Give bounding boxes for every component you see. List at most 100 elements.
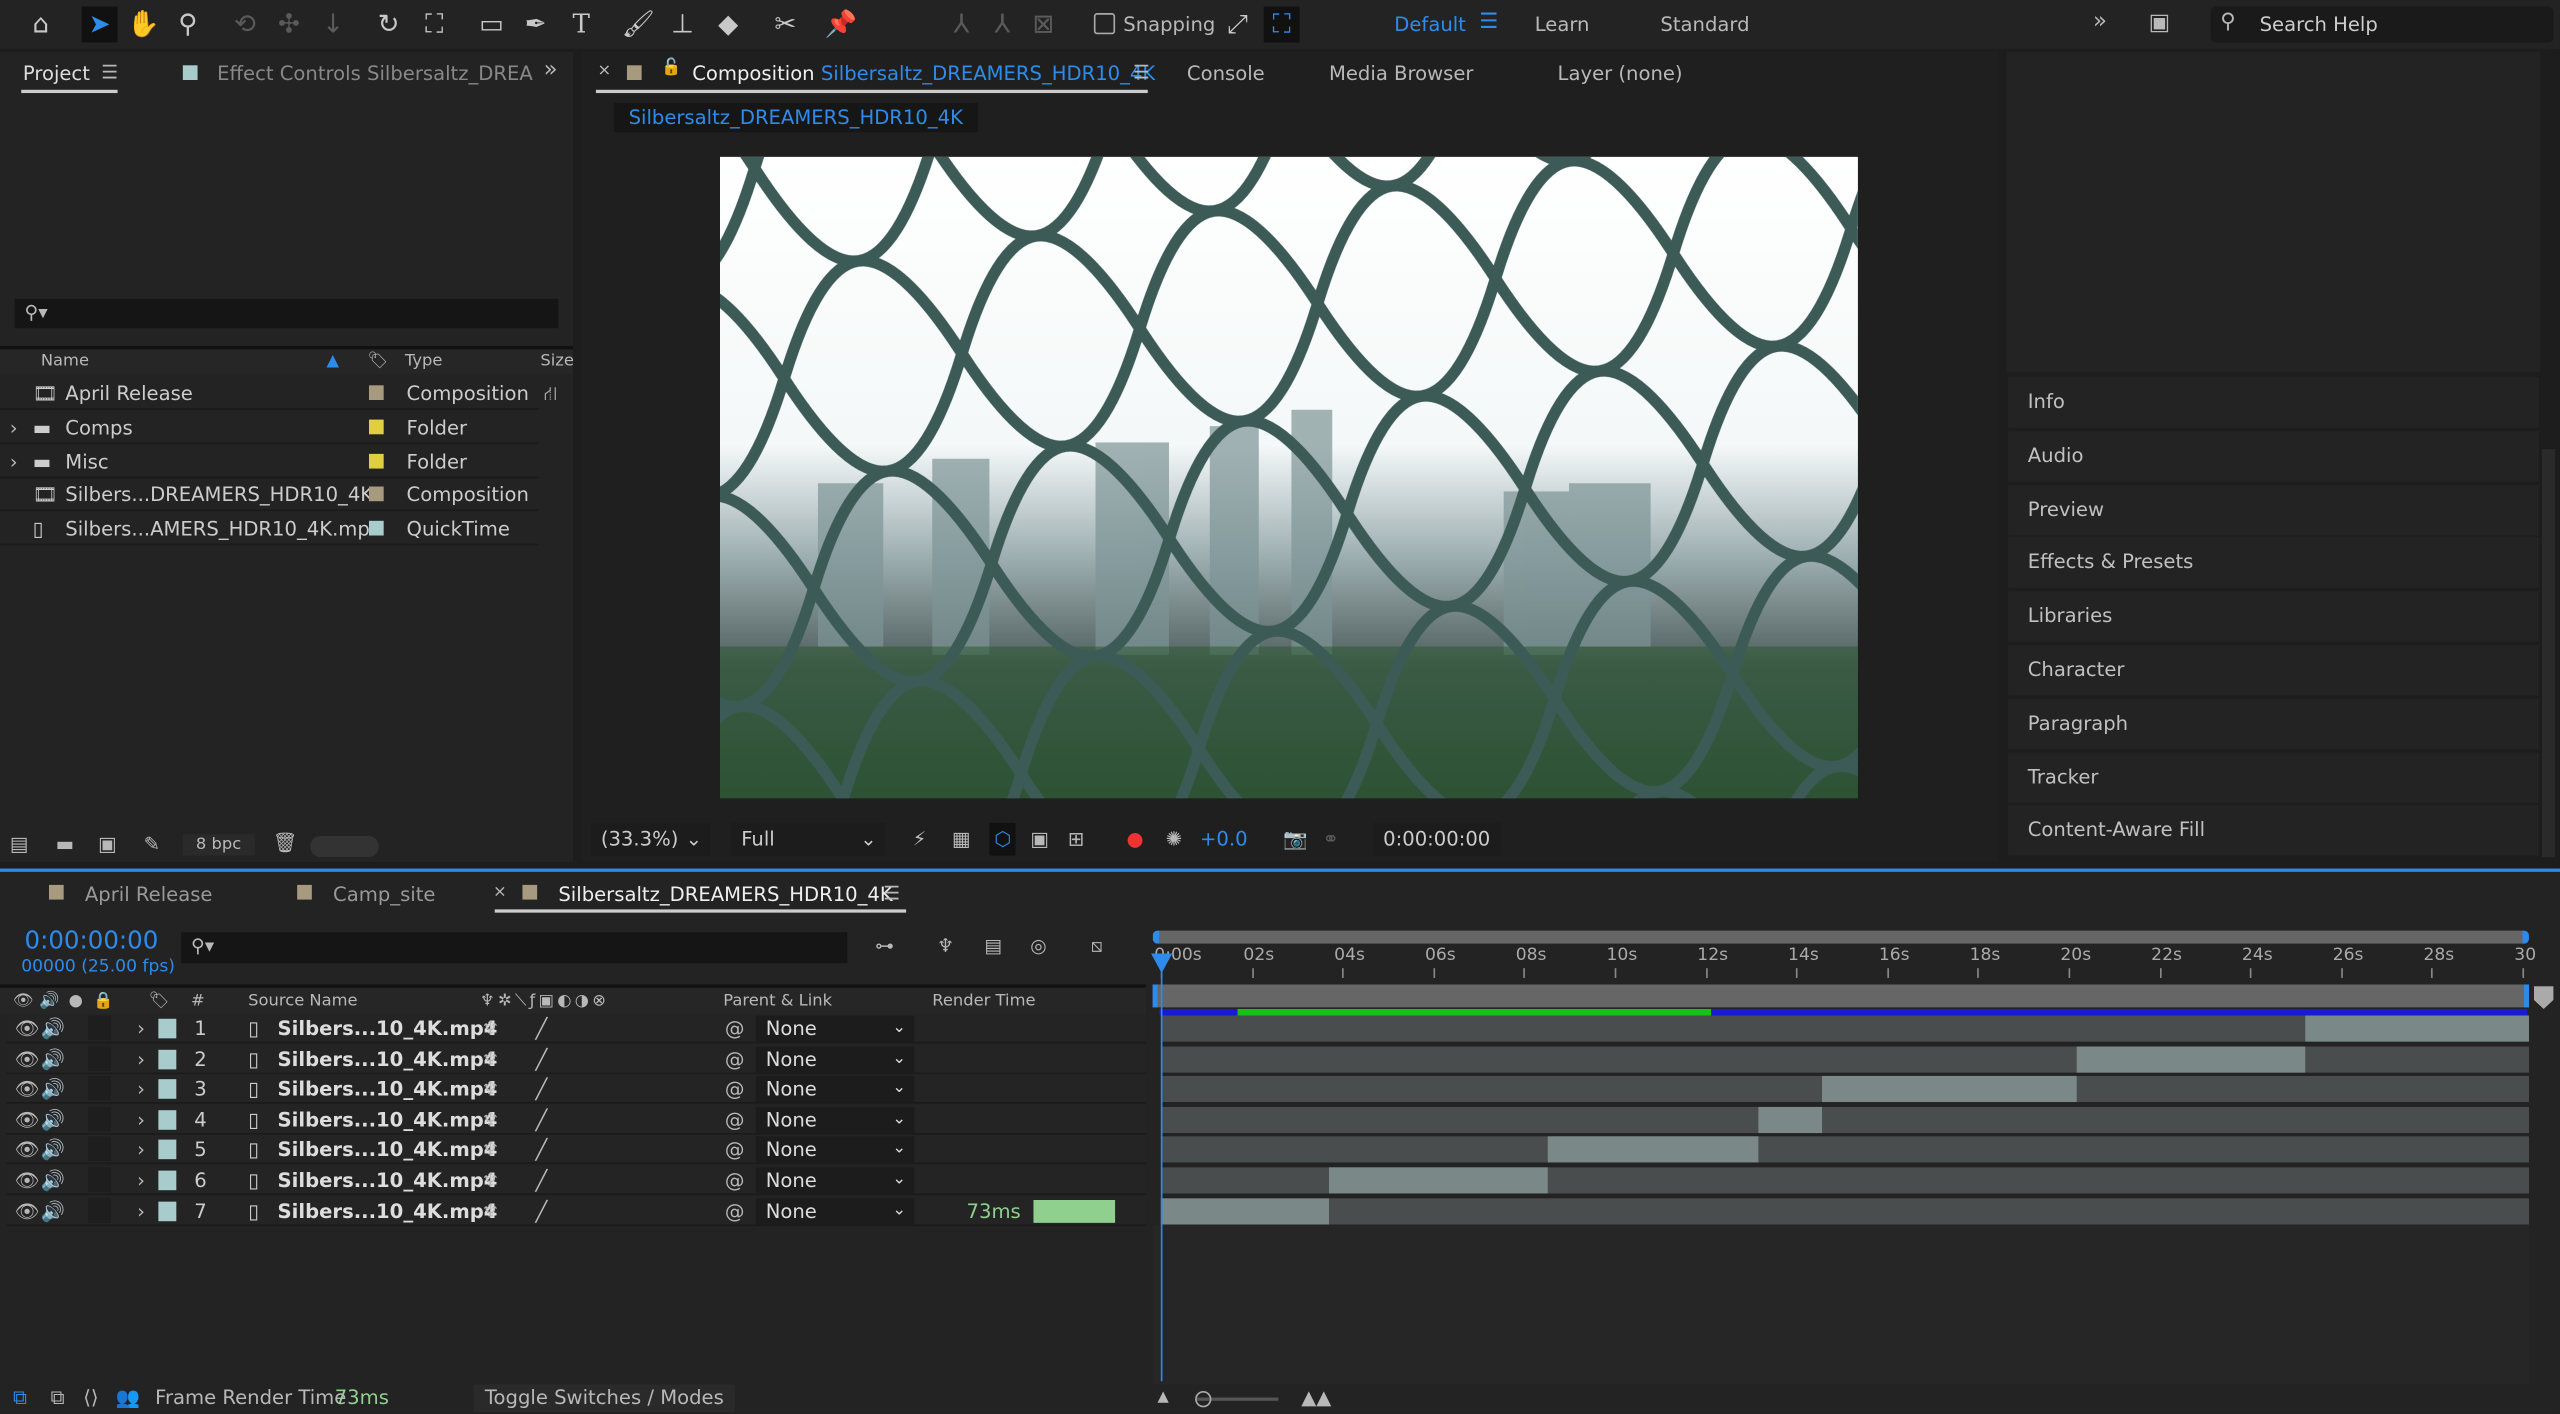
panel-libraries[interactable]: Libraries [2008,591,2539,642]
puppet-pin-icon[interactable]: 📌 [823,7,859,43]
comp-marker-well[interactable] [2533,986,2554,1009]
adjust-settings-icon[interactable]: ✎ [144,833,160,856]
zoom-tool-icon[interactable]: ⚲ [170,7,206,43]
parent-dropdown[interactable]: None ⌄ [755,1015,915,1042]
dolly-tool-icon[interactable]: ↓ [315,7,351,43]
solo-toggle[interactable] [88,1197,112,1223]
panel-menu-icon[interactable]: ☰ [1133,60,1150,83]
quality-icon[interactable]: ╱ [536,1196,548,1225]
layer-name[interactable]: Silbers...10_4K.mp4 [278,1196,498,1225]
solo-toggle[interactable] [88,1015,112,1040]
tab-layer[interactable]: Layer (none) [1558,62,1683,85]
channels-icon[interactable]: ● [1127,823,1144,856]
show-snapshot-icon[interactable]: ⚭ [1322,823,1338,856]
audio-speaker-icon[interactable]: 🔊 [41,1135,65,1164]
layer-row[interactable]: 👁 🔊 › 5 ▯ Silbers...10_4K.mp4 ♆ ╱ @ None ⌄ [6,1135,1147,1165]
quality-icon[interactable]: ╱ [536,1044,548,1073]
pen-tool-icon[interactable]: ✒ [518,7,554,43]
transfer-controls-icon[interactable]: ⧉ [51,1384,65,1412]
fast-previews-icon[interactable]: ⚡ [913,823,927,856]
panel-menu-icon[interactable]: ☰ [101,60,118,83]
toggle-switches-modes-button[interactable]: Toggle Switches / Modes [473,1384,736,1413]
workspace-default[interactable]: Default [1394,13,1466,36]
layer-name[interactable]: Silbers...10_4K.mp4 [278,1044,498,1073]
hand-tool-icon[interactable]: ✋ [126,7,162,43]
tab-console[interactable]: Console [1187,62,1265,85]
audio-speaker-icon[interactable]: 🔊 [41,1196,65,1225]
timeline-zoom-handle[interactable] [1195,1391,1212,1408]
trash-icon[interactable]: 🗑 [273,831,298,854]
panel-audio[interactable]: Audio [2008,430,2539,482]
tab-media-browser[interactable]: Media Browser [1329,62,1473,85]
new-composition-icon[interactable]: ▣ [98,833,117,856]
axis-world-icon[interactable]: ⅄ [984,7,1020,43]
extend-snapping-icon[interactable]: ⛶ [1263,6,1300,43]
layer-duration-bar[interactable] [1329,1167,1549,1194]
timeline-tab-april-release[interactable]: April Release [85,883,213,906]
sort-ascending-icon[interactable]: ▲ [327,349,340,375]
lock-icon[interactable]: 🔓 [661,59,681,77]
expand-chevron-icon[interactable]: › [137,1105,145,1134]
timeline-tab-camp-site[interactable]: Camp_site [333,883,435,906]
frame-blending-icon[interactable]: ▤ [984,934,1002,957]
timeline-search-input[interactable]: ⚲▾ [181,932,848,964]
panel-paragraph[interactable]: Paragraph [2008,698,2539,750]
timeline-tab-active[interactable]: Silbersaltz_DREAMERS_HDR10_4K [558,883,892,906]
type-tool-icon[interactable]: T [563,7,599,43]
tab-project[interactable]: Project [23,62,90,85]
shy-icon[interactable]: ♆ [482,1166,500,1195]
label-swatch[interactable] [368,487,384,502]
visibility-eye-icon[interactable]: 👁 [15,1166,40,1195]
shy-icon[interactable]: ♆ [482,1135,500,1164]
exposure-reset-icon[interactable]: ✺ [1166,823,1182,856]
visibility-eye-icon[interactable]: 👁 [15,1135,40,1164]
layer-row[interactable]: 👁 🔊 › 6 ▯ Silbers...10_4K.mp4 ♆ ╱ @ None ⌄ [6,1165,1147,1196]
snapping-checkbox[interactable] [1093,13,1116,35]
column-size[interactable]: Size [540,349,574,375]
layer-name[interactable]: Silbers...10_4K.mp4 [278,1105,498,1134]
spiral-pickwhip-icon[interactable]: @ [725,1044,745,1073]
panel-preview[interactable]: Preview [2008,484,2539,535]
expand-chevron-icon[interactable]: › [137,1166,145,1195]
magnification-dropdown[interactable]: (33.3%) ⌄ [591,822,711,856]
eraser-tool-icon[interactable]: ◆ [710,7,746,43]
panel-overflow-icon[interactable]: » [544,57,558,83]
project-item[interactable]: › ▬ Comps Folder [0,411,539,444]
solo-toggle[interactable] [88,1045,112,1071]
selection-tool-icon[interactable]: ➤ [81,6,118,43]
quality-icon[interactable]: ╱ [536,1105,548,1134]
label-swatch[interactable] [368,453,384,468]
home-icon[interactable]: ⌂ [23,7,59,43]
label-swatch[interactable] [368,521,384,536]
interpret-footage-icon[interactable]: ▤ [10,833,29,856]
panel-character[interactable]: Character [2008,644,2539,696]
panel-menu-icon[interactable]: ☰ [883,882,900,905]
snapshot-icon[interactable]: 📷 [1283,823,1307,856]
quality-icon[interactable]: ╱ [536,1166,548,1195]
visibility-eye-icon[interactable]: 👁 [15,1075,40,1104]
column-source-name[interactable]: Source Name [248,988,357,1016]
panel-content-aware-fill[interactable]: Content-Aware Fill [2008,805,2539,857]
solo-toggle[interactable] [88,1136,112,1162]
spiral-pickwhip-icon[interactable]: @ [725,1105,745,1134]
snap-options-icon[interactable]: ⤢ [1220,7,1256,43]
axis-view-icon[interactable]: ⊠ [1025,7,1061,43]
project-search-input[interactable]: ⚲▾ [14,298,559,329]
layer-row[interactable]: 👁 🔊 › 3 ▯ Silbers...10_4K.mp4 ♆ ╱ @ None ⌄ [6,1074,1147,1104]
parent-dropdown[interactable]: None ⌄ [755,1045,915,1072]
parent-dropdown[interactable]: None ⌄ [755,1106,915,1133]
time-navigator[interactable] [1152,930,2529,944]
expand-chevron-icon[interactable]: › [137,1196,145,1225]
composition-breadcrumb[interactable]: Silbersaltz_DREAMERS_HDR10_4K [613,102,978,133]
current-time-display[interactable]: 0:00:00:00 [24,926,158,955]
audio-speaker-icon[interactable]: 🔊 [41,1075,65,1104]
spiral-pickwhip-icon[interactable]: @ [725,1075,745,1104]
audio-speaker-icon[interactable]: 🔊 [41,1105,65,1134]
more-workspaces-icon[interactable]: » [2093,8,2107,34]
graph-editor-icon[interactable]: ⧅ [1091,934,1103,958]
audio-speaker-icon[interactable]: 🔊 [41,1044,65,1073]
tab-composition[interactable]: Composition Silbersaltz_DREAMERS_HDR10_4… [692,62,1155,85]
spiral-pickwhip-icon[interactable]: @ [725,1166,745,1195]
workspace-standard[interactable]: Standard [1660,13,1749,36]
layer-duration-bar[interactable] [1160,1197,1330,1224]
